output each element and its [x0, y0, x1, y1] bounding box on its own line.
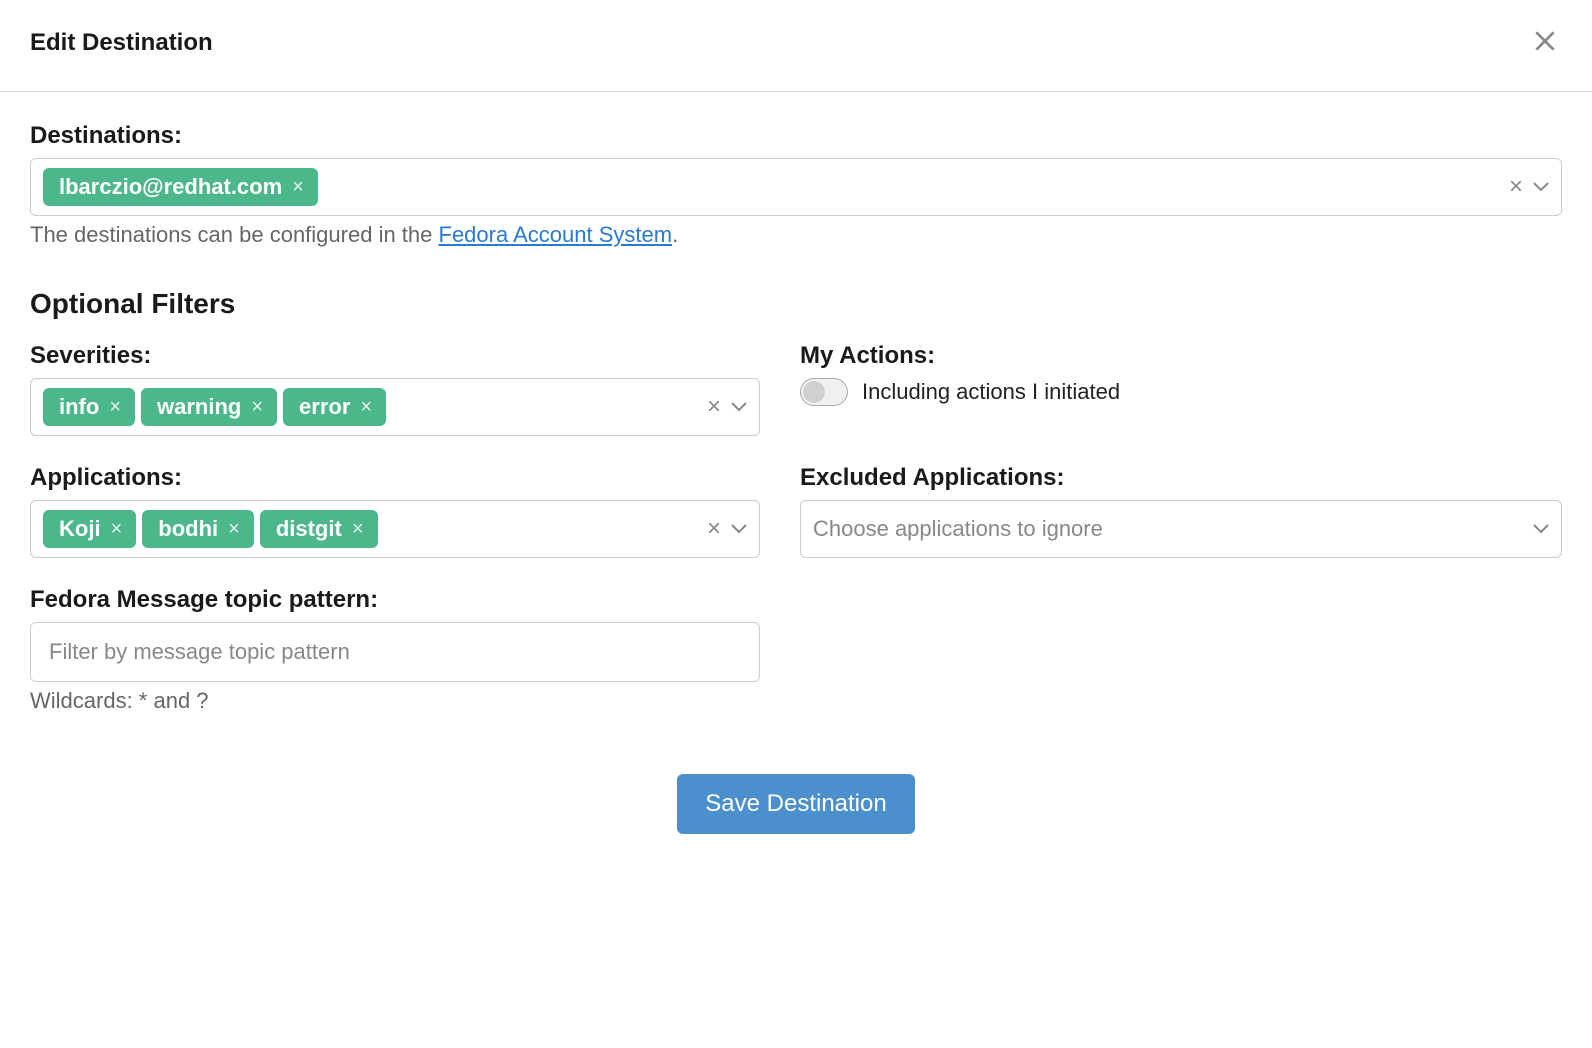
- select-controls: ×: [707, 393, 747, 421]
- tag-label: Koji: [59, 516, 101, 542]
- modal-header: Edit Destination: [0, 0, 1592, 92]
- clear-all-button[interactable]: ×: [707, 393, 721, 421]
- application-tag: distgit ×: [260, 510, 378, 548]
- modal-actions: Save Destination: [30, 774, 1562, 834]
- severities-tags: info × warning × error ×: [43, 388, 707, 426]
- my-actions-label: My Actions:: [800, 342, 1562, 370]
- severities-field: Severities: info × warning × error: [30, 342, 760, 436]
- tag-label: lbarczio@redhat.com: [59, 174, 282, 200]
- tag-label: bodhi: [158, 516, 218, 542]
- dropdown-toggle[interactable]: [1533, 180, 1549, 195]
- chevron-down-icon: [1533, 180, 1549, 195]
- tag-remove-icon[interactable]: ×: [352, 519, 364, 539]
- severity-tag: info ×: [43, 388, 135, 426]
- select-controls: [1533, 522, 1549, 537]
- tag-remove-icon[interactable]: ×: [109, 397, 121, 417]
- row-topic: Fedora Message topic pattern: Wildcards:…: [30, 586, 1562, 714]
- severities-label: Severities:: [30, 342, 760, 370]
- toggle-knob: [803, 381, 825, 403]
- severities-select[interactable]: info × warning × error × ×: [30, 378, 760, 436]
- tag-label: info: [59, 394, 99, 420]
- application-tag: bodhi ×: [142, 510, 254, 548]
- applications-field: Applications: Koji × bodhi × distgit: [30, 464, 760, 558]
- excluded-applications-field: Excluded Applications: Choose applicatio…: [800, 464, 1562, 558]
- chevron-down-icon: [731, 400, 747, 415]
- clear-all-button[interactable]: ×: [707, 515, 721, 543]
- destinations-label: Destinations:: [30, 122, 1562, 150]
- row-severities-actions: Severities: info × warning × error: [30, 342, 1562, 436]
- modal-title: Edit Destination: [30, 29, 213, 57]
- close-button[interactable]: [1528, 24, 1562, 61]
- tag-label: distgit: [276, 516, 342, 542]
- excluded-placeholder: Choose applications to ignore: [813, 516, 1533, 542]
- dropdown-toggle[interactable]: [1533, 522, 1549, 537]
- destination-tag: lbarczio@redhat.com ×: [43, 168, 318, 206]
- topic-field: Fedora Message topic pattern: Wildcards:…: [30, 586, 760, 714]
- modal-body: Destinations: lbarczio@redhat.com × ×: [0, 92, 1592, 864]
- tag-label: error: [299, 394, 350, 420]
- application-tag: Koji ×: [43, 510, 136, 548]
- tag-label: warning: [157, 394, 241, 420]
- optional-filters-heading: Optional Filters: [30, 288, 1562, 320]
- fedora-account-link[interactable]: Fedora Account System: [439, 222, 673, 247]
- applications-select[interactable]: Koji × bodhi × distgit × ×: [30, 500, 760, 558]
- my-actions-toggle-label: Including actions I initiated: [862, 379, 1120, 405]
- tag-remove-icon[interactable]: ×: [228, 519, 240, 539]
- clear-all-button[interactable]: ×: [1509, 173, 1523, 201]
- edit-destination-modal: Edit Destination Destinations: lbarczio@…: [0, 0, 1592, 1048]
- applications-tags: Koji × bodhi × distgit ×: [43, 510, 707, 548]
- excluded-applications-select[interactable]: Choose applications to ignore: [800, 500, 1562, 558]
- topic-helper: Wildcards: * and ?: [30, 688, 760, 714]
- dropdown-toggle[interactable]: [731, 522, 747, 537]
- close-icon: [1532, 42, 1558, 57]
- select-controls: ×: [1509, 173, 1549, 201]
- my-actions-toggle[interactable]: [800, 378, 848, 406]
- severity-tag: error ×: [283, 388, 386, 426]
- tag-remove-icon[interactable]: ×: [111, 519, 123, 539]
- my-actions-toggle-row: Including actions I initiated: [800, 378, 1562, 406]
- tag-remove-icon[interactable]: ×: [292, 177, 304, 197]
- applications-label: Applications:: [30, 464, 760, 492]
- destinations-field: Destinations: lbarczio@redhat.com × ×: [30, 122, 1562, 248]
- my-actions-field: My Actions: Including actions I initiate…: [800, 342, 1562, 436]
- row-applications: Applications: Koji × bodhi × distgit: [30, 464, 1562, 558]
- chevron-down-icon: [1533, 522, 1549, 537]
- select-controls: ×: [707, 515, 747, 543]
- topic-label: Fedora Message topic pattern:: [30, 586, 760, 614]
- tag-remove-icon[interactable]: ×: [360, 397, 372, 417]
- destinations-helper: The destinations can be configured in th…: [30, 222, 1562, 248]
- tag-remove-icon[interactable]: ×: [251, 397, 263, 417]
- severity-tag: warning ×: [141, 388, 277, 426]
- chevron-down-icon: [731, 522, 747, 537]
- topic-input[interactable]: [30, 622, 760, 682]
- destinations-tags: lbarczio@redhat.com ×: [43, 168, 1509, 206]
- save-destination-button[interactable]: Save Destination: [677, 774, 914, 834]
- excluded-applications-label: Excluded Applications:: [800, 464, 1562, 492]
- destinations-select[interactable]: lbarczio@redhat.com × ×: [30, 158, 1562, 216]
- dropdown-toggle[interactable]: [731, 400, 747, 415]
